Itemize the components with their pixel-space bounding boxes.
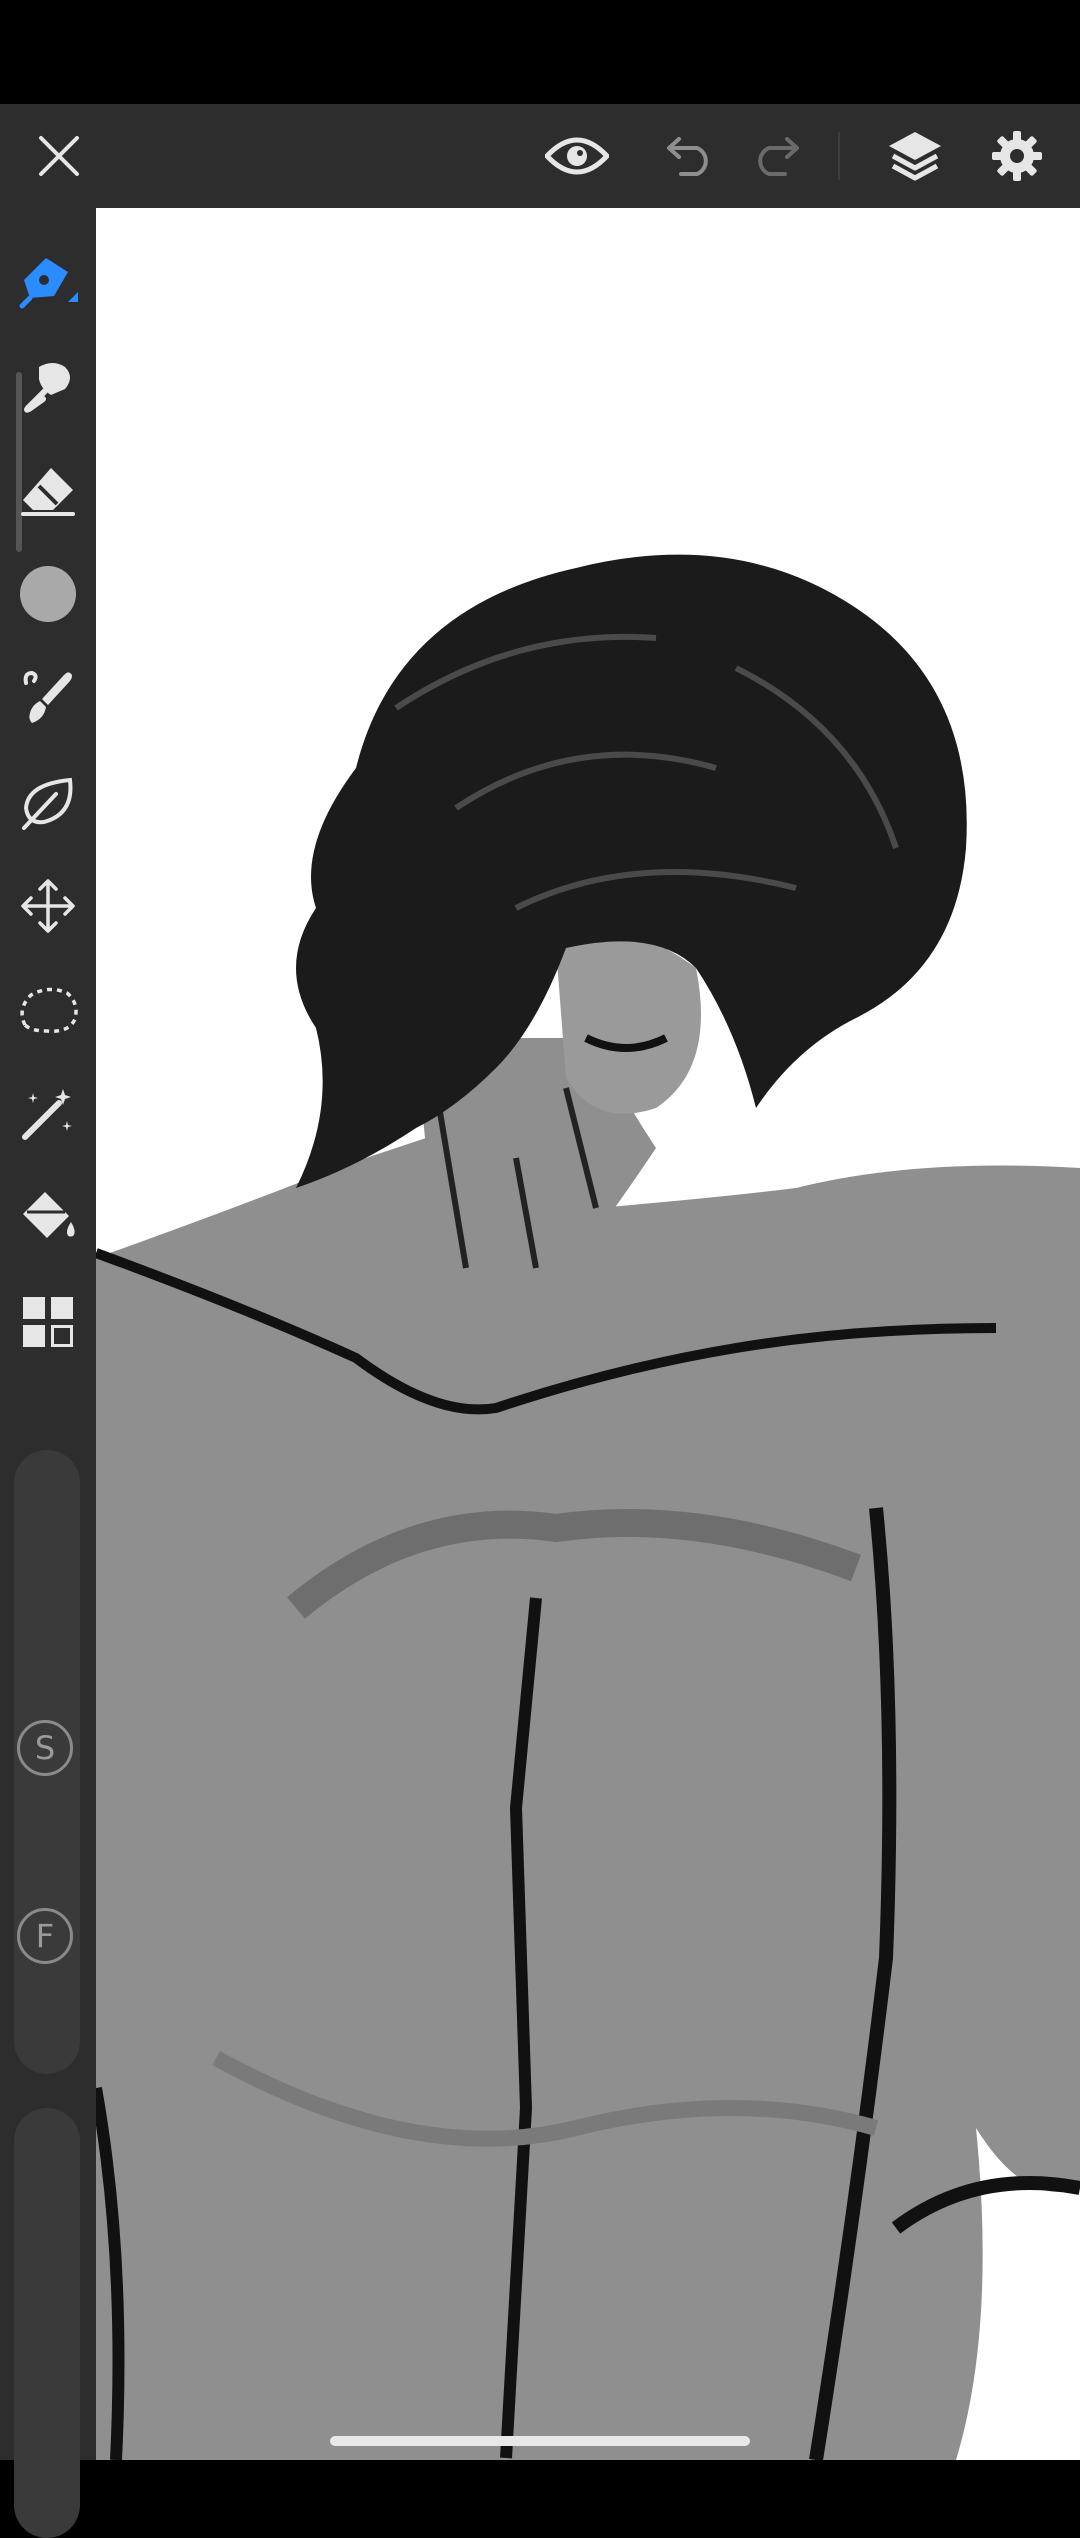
tool-eraser[interactable] <box>0 438 96 542</box>
brush-size-icon <box>20 566 76 622</box>
paint-bucket-icon <box>23 1192 75 1238</box>
leaf-icon <box>22 777 73 830</box>
layers-button[interactable] <box>870 104 960 208</box>
toolbar-divider <box>838 132 840 180</box>
home-indicator[interactable] <box>330 2436 750 2446</box>
tool-stabilizer[interactable] <box>0 750 96 854</box>
close-icon <box>39 136 79 176</box>
artwork <box>96 554 1080 2460</box>
settings-button[interactable] <box>972 104 1062 208</box>
close-button[interactable] <box>14 104 104 208</box>
lasso-icon <box>20 987 78 1033</box>
flow-slider-label: F <box>17 1908 73 1964</box>
layers-icon <box>889 132 941 181</box>
size-slider-label: S <box>17 1720 73 1776</box>
left-toolbar: S F <box>0 208 96 2538</box>
pen-icon <box>19 258 78 309</box>
eraser-icon <box>21 468 75 516</box>
drawing-canvas[interactable] <box>96 208 1080 2460</box>
preview-button[interactable] <box>532 104 622 208</box>
tool-fill[interactable] <box>0 1166 96 1270</box>
tool-brush-library[interactable] <box>0 646 96 750</box>
tool-lasso-select[interactable] <box>0 958 96 1062</box>
undo-icon <box>667 137 708 176</box>
grid-icon <box>23 1297 73 1347</box>
tool-pen[interactable] <box>0 230 96 334</box>
gear-icon <box>992 131 1042 181</box>
tool-smudge[interactable] <box>0 334 96 438</box>
redo-button[interactable] <box>732 104 822 208</box>
status-bar <box>0 0 1080 104</box>
brush-icon <box>23 670 72 723</box>
eye-icon <box>545 137 609 175</box>
tool-transform[interactable] <box>0 854 96 958</box>
tool-brush-size[interactable] <box>0 542 96 646</box>
move-arrows-icon <box>21 879 75 933</box>
tool-more[interactable] <box>0 1270 96 1374</box>
magic-wand-icon <box>22 1089 72 1140</box>
redo-icon <box>758 137 799 176</box>
tool-magic-wand[interactable] <box>0 1062 96 1166</box>
brush-flow-slider[interactable] <box>14 2108 80 2538</box>
undo-button[interactable] <box>644 104 734 208</box>
smudge-icon <box>24 363 70 413</box>
top-toolbar <box>0 104 1080 208</box>
